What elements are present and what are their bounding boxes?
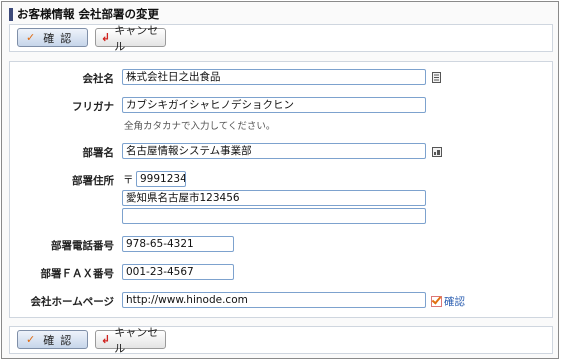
postal-mark: 〒 xyxy=(123,174,134,186)
check-icon: ✓ xyxy=(26,31,36,44)
form-panel: 会社名 株式会社日之出食品 フリガナ カブシキガイシャヒノデショクヒン 全角カタ… xyxy=(9,61,553,318)
furigana-label: フリガナ xyxy=(72,101,114,113)
fax-label: 部署ＦＡＸ番号 xyxy=(40,268,115,280)
address-line2-input[interactable] xyxy=(122,208,426,224)
phone-input[interactable]: 978-65-4321 xyxy=(122,236,234,252)
return-arrow-icon: ↲ xyxy=(101,333,111,346)
cancel-button-top[interactable]: ↲ キャンセル xyxy=(95,24,166,53)
page-header: お客様情報 会社部署の変更 xyxy=(9,6,159,22)
company-name-input[interactable]: 株式会社日之出食品 xyxy=(122,69,426,85)
postal-code-input[interactable]: 9991234 xyxy=(136,171,186,187)
fax-input[interactable]: 001-23-4567 xyxy=(122,264,234,280)
cancel-button-bottom[interactable]: ↲ キャンセル xyxy=(95,326,166,355)
address-label: 部署住所 xyxy=(72,175,114,187)
bottom-button-bar: ✓ 確認 ↲ キャンセル xyxy=(9,326,553,355)
cancel-label: キャンセル xyxy=(114,23,159,53)
department-input[interactable]: 名古屋情報システム事業部 xyxy=(122,143,426,159)
furigana-hint: 全角カタカナで入力してください。 xyxy=(124,121,276,132)
check-mark-icon xyxy=(431,296,442,307)
department-label: 部署名 xyxy=(82,147,115,159)
department-lookup-icon[interactable] xyxy=(432,147,442,157)
confirm-label: 確認 xyxy=(43,31,78,45)
title-marker xyxy=(9,7,13,21)
return-arrow-icon: ↲ xyxy=(101,31,111,44)
confirm-label: 確認 xyxy=(43,333,78,347)
homepage-input[interactable]: http://www.hinode.com xyxy=(122,292,426,308)
confirm-button-bottom[interactable]: ✓ 確認 xyxy=(17,330,88,349)
page-title: お客様情報 会社部署の変更 xyxy=(17,7,160,21)
cancel-label: キャンセル xyxy=(114,325,159,355)
company-name-label: 会社名 xyxy=(82,73,115,85)
furigana-input[interactable]: カブシキガイシャヒノデショクヒン xyxy=(122,97,426,113)
address-line1-input[interactable]: 愛知県名古屋市123456 xyxy=(122,190,426,206)
confirm-button-top[interactable]: ✓ 確認 xyxy=(17,28,88,47)
top-button-bar: ✓ 確認 ↲ キャンセル xyxy=(9,24,553,53)
homepage-label: 会社ホームページ xyxy=(30,296,114,308)
page-frame: お客様情報 会社部署の変更 ✓ 確認 ↲ キャンセル 会社名 株式会社日之出食品… xyxy=(1,1,559,359)
check-icon: ✓ xyxy=(26,333,36,346)
company-lookup-icon[interactable] xyxy=(432,72,441,83)
homepage-check-label: 確認 xyxy=(444,296,465,308)
phone-label: 部署電話番号 xyxy=(51,240,114,252)
homepage-check-link[interactable]: 確認 xyxy=(431,294,465,309)
